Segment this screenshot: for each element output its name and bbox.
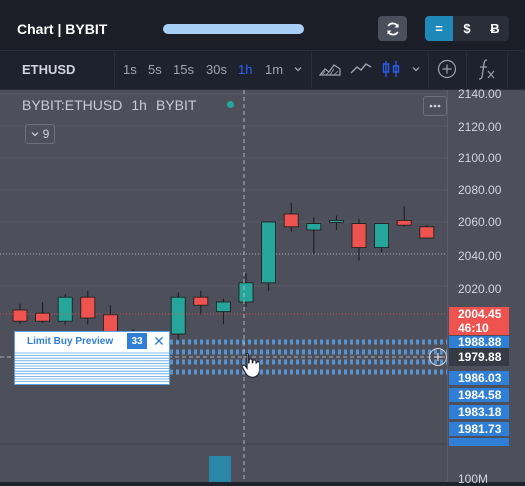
window-title: Chart | BYBIT xyxy=(17,21,108,37)
price-label: 2040.00 xyxy=(458,249,502,263)
add-indicator-button[interactable] xyxy=(435,58,459,80)
toolbar-divider xyxy=(114,52,115,88)
candle-body xyxy=(396,219,412,226)
timeframe-15s[interactable]: 15s xyxy=(173,62,194,77)
price-label: 2120.00 xyxy=(458,120,502,134)
symbol-selector[interactable]: ETHUSD xyxy=(22,62,75,77)
chevron-down-icon xyxy=(294,67,302,72)
order-level-tag: 1981.73 xyxy=(449,422,509,436)
order-price-tag: 1988.88 xyxy=(449,336,509,348)
order-quantity-badge[interactable]: 33 xyxy=(127,333,147,349)
currency-button-equal[interactable]: = xyxy=(425,16,453,41)
chart-type-dropdown[interactable] xyxy=(404,58,428,80)
candle-body xyxy=(170,296,186,335)
crosshair-price-tag: 1979.88 xyxy=(449,348,509,366)
price-label: 2060.00 xyxy=(458,215,502,229)
volume-scale-label: 100M xyxy=(458,472,489,486)
timeframe-1h[interactable]: 1h xyxy=(238,62,252,77)
currency-toggle-group: = $ Ƀ xyxy=(425,16,509,41)
timeframe-30s[interactable]: 30s xyxy=(206,62,227,77)
chevron-down-icon xyxy=(412,67,420,72)
more-dots-icon xyxy=(429,104,441,108)
limit-order-label: Limit Buy Preview xyxy=(27,336,114,347)
candle-body xyxy=(374,223,390,249)
toolbar-divider xyxy=(466,52,467,88)
candle-body xyxy=(306,223,322,231)
indicators-button[interactable] xyxy=(475,58,499,80)
timeframe-1s[interactable]: 1s xyxy=(123,62,137,77)
candle-body xyxy=(35,312,50,322)
price-label: 2020.00 xyxy=(458,282,502,296)
volume-bar xyxy=(209,456,231,482)
refresh-icon xyxy=(386,22,399,35)
legend-interval: 1h xyxy=(131,97,147,113)
timeframe-dropdown[interactable] xyxy=(286,58,310,80)
candle-body xyxy=(215,301,231,313)
order-level-tag: 1983.18 xyxy=(449,405,509,419)
candles-chart-button[interactable] xyxy=(379,58,403,80)
currency-button-btc[interactable]: Ƀ xyxy=(481,16,509,41)
chevron-down-icon xyxy=(31,132,39,137)
candle-body xyxy=(351,223,367,249)
loading-progress-bar xyxy=(163,24,304,34)
candle-body xyxy=(57,296,73,322)
line-chart-button[interactable] xyxy=(349,58,373,80)
candle-body xyxy=(419,226,435,239)
candle-body xyxy=(238,282,254,303)
candles-icon xyxy=(382,61,400,77)
refresh-button[interactable] xyxy=(378,16,407,41)
line-chart-icon xyxy=(350,63,372,74)
order-close-button[interactable]: ✕ xyxy=(151,333,167,349)
toolbar-divider xyxy=(311,52,312,88)
legend-exchange: BYBIT xyxy=(155,97,197,113)
chart-legend: BYBIT:ETHUSD 1h BYBIT xyxy=(22,97,205,113)
candle-body xyxy=(12,309,28,322)
candle-body xyxy=(261,221,277,284)
candle-body xyxy=(193,296,209,306)
area-chart-button[interactable] xyxy=(318,58,342,80)
candle-body xyxy=(283,213,299,228)
order-level-tag: 1984.58 xyxy=(449,388,509,402)
hand-cursor-icon xyxy=(241,352,259,378)
indicators-collapse-toggle[interactable]: 9 xyxy=(25,124,55,144)
add-alert-button[interactable] xyxy=(429,348,447,366)
order-level-tag: 1986.03 xyxy=(449,371,509,385)
area-chart-icon xyxy=(319,64,341,76)
legend-symbol: BYBIT:ETHUSD xyxy=(22,97,123,113)
currency-button-usd[interactable]: $ xyxy=(453,16,481,41)
last-price-tag: 2004.45 xyxy=(449,307,509,321)
candle-body xyxy=(328,219,344,223)
indicators-count: 9 xyxy=(42,127,50,141)
candle-body xyxy=(80,296,96,319)
price-label: 2140.00 xyxy=(458,87,502,101)
order-level-tag-partial xyxy=(449,438,509,446)
toolbar-divider xyxy=(428,52,429,88)
live-status-dot xyxy=(227,101,234,108)
price-label: 2100.00 xyxy=(458,151,502,165)
price-label: 2080.00 xyxy=(458,183,502,197)
timeframe-1m[interactable]: 1m xyxy=(265,62,283,77)
toolbar-divider xyxy=(507,52,508,88)
countdown-tag: 46:10 xyxy=(449,321,509,335)
more-options-button[interactable] xyxy=(423,96,447,116)
add-indicator-icon xyxy=(437,59,457,79)
plus-icon xyxy=(434,353,442,361)
function-icon xyxy=(478,59,495,80)
timeframe-5s[interactable]: 5s xyxy=(148,62,162,77)
